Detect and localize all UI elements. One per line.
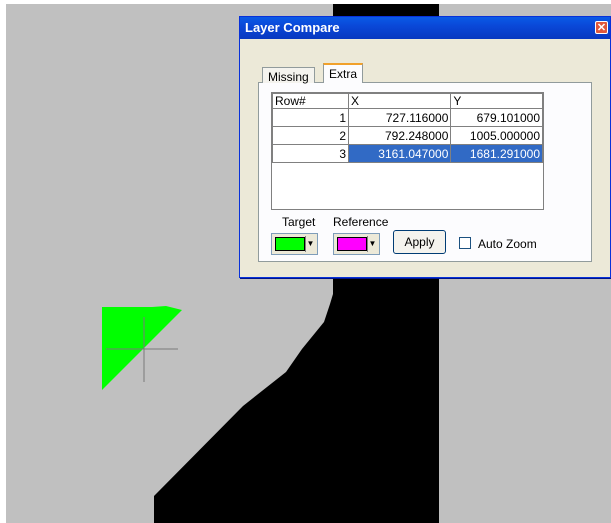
y-cell[interactable]: 679.101000 (450, 108, 543, 127)
target-label: Target (282, 215, 316, 229)
row-number-cell[interactable]: 2 (271, 126, 350, 145)
reference-label: Reference (333, 215, 389, 229)
table-row[interactable]: 1 727.116000 679.101000 (271, 108, 543, 127)
results-table: Row# X Y 1 727.116000 679.101000 2 792.2… (271, 93, 543, 163)
y-cell[interactable]: 1005.000000 (450, 126, 543, 145)
auto-zoom-checkbox[interactable] (459, 237, 471, 249)
dialog-title: Layer Compare (245, 20, 340, 35)
table-row[interactable]: 2 792.248000 1005.000000 (271, 126, 543, 145)
apply-button[interactable]: Apply (393, 230, 446, 254)
x-cell[interactable]: 3161.047000 (348, 144, 452, 163)
auto-zoom-label[interactable]: Auto Zoom (478, 237, 537, 251)
tab-missing[interactable]: Missing (262, 67, 315, 84)
results-grid[interactable]: Row# X Y 1 727.116000 679.101000 2 792.2… (271, 92, 544, 210)
column-header-row[interactable]: Row# (271, 93, 350, 109)
y-cell[interactable]: 1681.291000 (450, 144, 543, 163)
close-icon[interactable]: ✕ (595, 21, 608, 34)
table-row-selected[interactable]: 3 3161.047000 1681.291000 (271, 144, 543, 163)
row-number-cell[interactable]: 3 (271, 144, 350, 163)
title-bar[interactable]: Layer Compare ✕ (240, 17, 610, 39)
reference-color-swatch (337, 237, 367, 251)
chevron-down-icon[interactable]: ▼ (367, 236, 377, 252)
reference-color-picker[interactable]: ▼ (333, 233, 380, 255)
column-header-y[interactable]: Y (450, 93, 543, 109)
tab-extra[interactable]: Extra (323, 63, 364, 83)
row-number-cell[interactable]: 1 (271, 108, 350, 127)
target-color-picker[interactable]: ▼ (271, 233, 318, 255)
green-marker-triangle (102, 306, 182, 390)
layer-compare-dialog: Layer Compare ✕ Missing Extra Row# X Y 1… (239, 16, 611, 278)
target-color-swatch (275, 237, 305, 251)
x-cell[interactable]: 792.248000 (348, 126, 452, 145)
x-cell[interactable]: 727.116000 (348, 108, 452, 127)
column-header-x[interactable]: X (348, 93, 452, 109)
chevron-down-icon[interactable]: ▼ (305, 236, 315, 252)
table-header-row: Row# X Y (271, 93, 543, 109)
